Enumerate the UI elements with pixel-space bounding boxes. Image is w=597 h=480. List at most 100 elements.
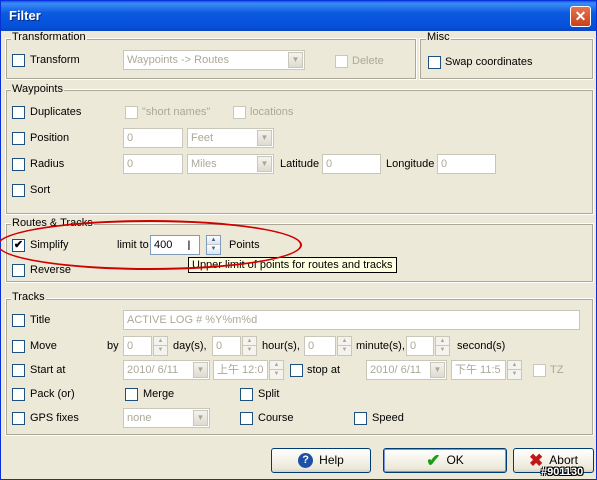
merge-label: Merge	[143, 388, 175, 400]
text-cursor-icon: I	[187, 237, 191, 253]
longitude-input[interactable]: 0	[437, 154, 496, 174]
help-button[interactable]: ? Help	[271, 448, 371, 473]
by-label: by	[107, 340, 119, 352]
help-icon: ?	[298, 453, 314, 469]
swap-coordinates-checkbox[interactable]	[428, 56, 441, 69]
tz-checkbox[interactable]	[533, 364, 546, 377]
sort-checkbox[interactable]	[12, 184, 25, 197]
start-date-value: 2010/ 6/11	[127, 364, 179, 376]
days-label: day(s),	[173, 340, 207, 352]
chevron-down-icon: ▼	[193, 410, 208, 426]
spin-up-icon[interactable]: ▲	[207, 236, 220, 245]
simplify-checkbox[interactable]: ✔	[12, 239, 25, 252]
transform-select-value: Waypoints -> Routes	[127, 54, 229, 66]
spin-up-icon[interactable]: ▲	[243, 337, 256, 346]
start-at-checkbox[interactable]	[12, 364, 25, 377]
chevron-down-icon: ▼	[430, 362, 445, 378]
move-hours-spinner[interactable]: ▲ ▼	[242, 336, 257, 356]
move-seconds-input[interactable]: 0	[406, 336, 434, 356]
spin-up-icon[interactable]: ▲	[270, 361, 283, 370]
move-days-input[interactable]: 0	[123, 336, 152, 356]
longitude-label: Longitude	[386, 158, 435, 170]
spin-up-icon[interactable]: ▲	[154, 337, 167, 346]
gps-fixes-checkbox[interactable]	[12, 412, 25, 425]
chevron-down-icon: ▼	[193, 362, 208, 378]
position-label: Position	[30, 132, 70, 144]
filter-dialog: Filter ✕ Transformation Transform Waypoi…	[0, 0, 597, 480]
limit-points-input[interactable]: 400	[150, 235, 200, 255]
move-minutes-input[interactable]: 0	[304, 336, 336, 356]
spin-down-icon[interactable]: ▼	[243, 346, 256, 355]
transform-checkbox[interactable]	[12, 54, 25, 67]
move-minutes-spinner[interactable]: ▲ ▼	[337, 336, 352, 356]
position-unit-value: Feet	[191, 132, 214, 144]
points-label: Points	[229, 239, 260, 251]
move-label: Move	[30, 340, 57, 352]
start-at-label: Start at	[30, 364, 66, 376]
stop-time-spinner[interactable]: ▲ ▼	[507, 360, 522, 380]
reverse-label: Reverse	[30, 264, 71, 276]
tz-label: TZ	[550, 364, 564, 376]
ok-button[interactable]: ✔ OK	[383, 448, 507, 473]
merge-checkbox[interactable]	[125, 388, 138, 401]
move-checkbox[interactable]	[12, 340, 25, 353]
stop-time-input[interactable]: 下午 11:5	[451, 360, 506, 380]
course-checkbox[interactable]	[240, 412, 253, 425]
spin-down-icon[interactable]: ▼	[436, 346, 449, 355]
start-time-input[interactable]: 上午 12:0	[213, 360, 268, 380]
start-date-picker[interactable]: 2010/ 6/11 ▼	[123, 360, 210, 380]
abort-label: Abort	[549, 453, 578, 467]
latitude-input[interactable]: 0	[322, 154, 381, 174]
tracks-group-label: Tracks	[11, 291, 46, 303]
spin-up-icon[interactable]: ▲	[508, 361, 521, 370]
limit-points-spinner[interactable]: ▲ ▼	[206, 235, 221, 255]
stop-at-checkbox[interactable]	[290, 364, 303, 377]
locations-checkbox[interactable]	[233, 106, 246, 119]
position-distance-input[interactable]: 0	[123, 128, 183, 148]
move-hours-input[interactable]: 0	[212, 336, 241, 356]
watermark: #901130	[541, 466, 584, 478]
move-days-spinner[interactable]: ▲ ▼	[153, 336, 168, 356]
radius-distance-input[interactable]: 0	[123, 154, 183, 174]
close-icon: ✕	[574, 8, 587, 24]
split-checkbox[interactable]	[240, 388, 253, 401]
position-unit-select[interactable]: Feet ▼	[187, 128, 274, 148]
spin-up-icon[interactable]: ▲	[338, 337, 351, 346]
duplicates-checkbox[interactable]	[12, 106, 25, 119]
close-button[interactable]: ✕	[570, 6, 591, 27]
delete-checkbox[interactable]	[335, 55, 348, 68]
title-bar[interactable]: Filter ✕	[1, 1, 596, 31]
hours-label: hour(s),	[262, 340, 300, 352]
spin-down-icon[interactable]: ▼	[207, 245, 220, 254]
transform-label: Transform	[30, 54, 80, 66]
move-seconds-spinner[interactable]: ▲ ▼	[435, 336, 450, 356]
spin-down-icon[interactable]: ▼	[270, 370, 283, 379]
position-checkbox[interactable]	[12, 132, 25, 145]
radius-unit-value: Miles	[191, 158, 217, 170]
checkmark-icon: ✔	[426, 451, 441, 471]
spin-up-icon[interactable]: ▲	[436, 337, 449, 346]
pack-label: Pack (or)	[30, 388, 75, 400]
spin-down-icon[interactable]: ▼	[508, 370, 521, 379]
spin-down-icon[interactable]: ▼	[338, 346, 351, 355]
duplicates-label: Duplicates	[30, 106, 82, 118]
spin-down-icon[interactable]: ▼	[154, 346, 167, 355]
swap-coordinates-label: Swap coordinates	[445, 56, 533, 68]
pack-checkbox[interactable]	[12, 388, 25, 401]
reverse-checkbox[interactable]	[12, 264, 25, 277]
start-time-spinner[interactable]: ▲ ▼	[269, 360, 284, 380]
gps-fixes-select[interactable]: none ▼	[123, 408, 210, 428]
course-label: Course	[258, 412, 294, 424]
transformation-group-label: Transformation	[11, 31, 87, 43]
short-names-checkbox[interactable]	[125, 106, 138, 119]
speed-checkbox[interactable]	[354, 412, 367, 425]
radius-checkbox[interactable]	[12, 158, 25, 171]
short-names-label: "short names"	[142, 106, 211, 118]
title-checkbox[interactable]	[12, 314, 25, 327]
track-title-input[interactable]: ACTIVE LOG # %Y%m%d	[123, 310, 580, 330]
stop-date-picker[interactable]: 2010/ 6/11 ▼	[366, 360, 447, 380]
radius-label: Radius	[30, 158, 65, 170]
radius-unit-select[interactable]: Miles ▼	[187, 154, 274, 174]
limit-tooltip: Upper limit of points for routes and tra…	[188, 257, 397, 273]
transform-select[interactable]: Waypoints -> Routes ▼	[123, 50, 305, 70]
